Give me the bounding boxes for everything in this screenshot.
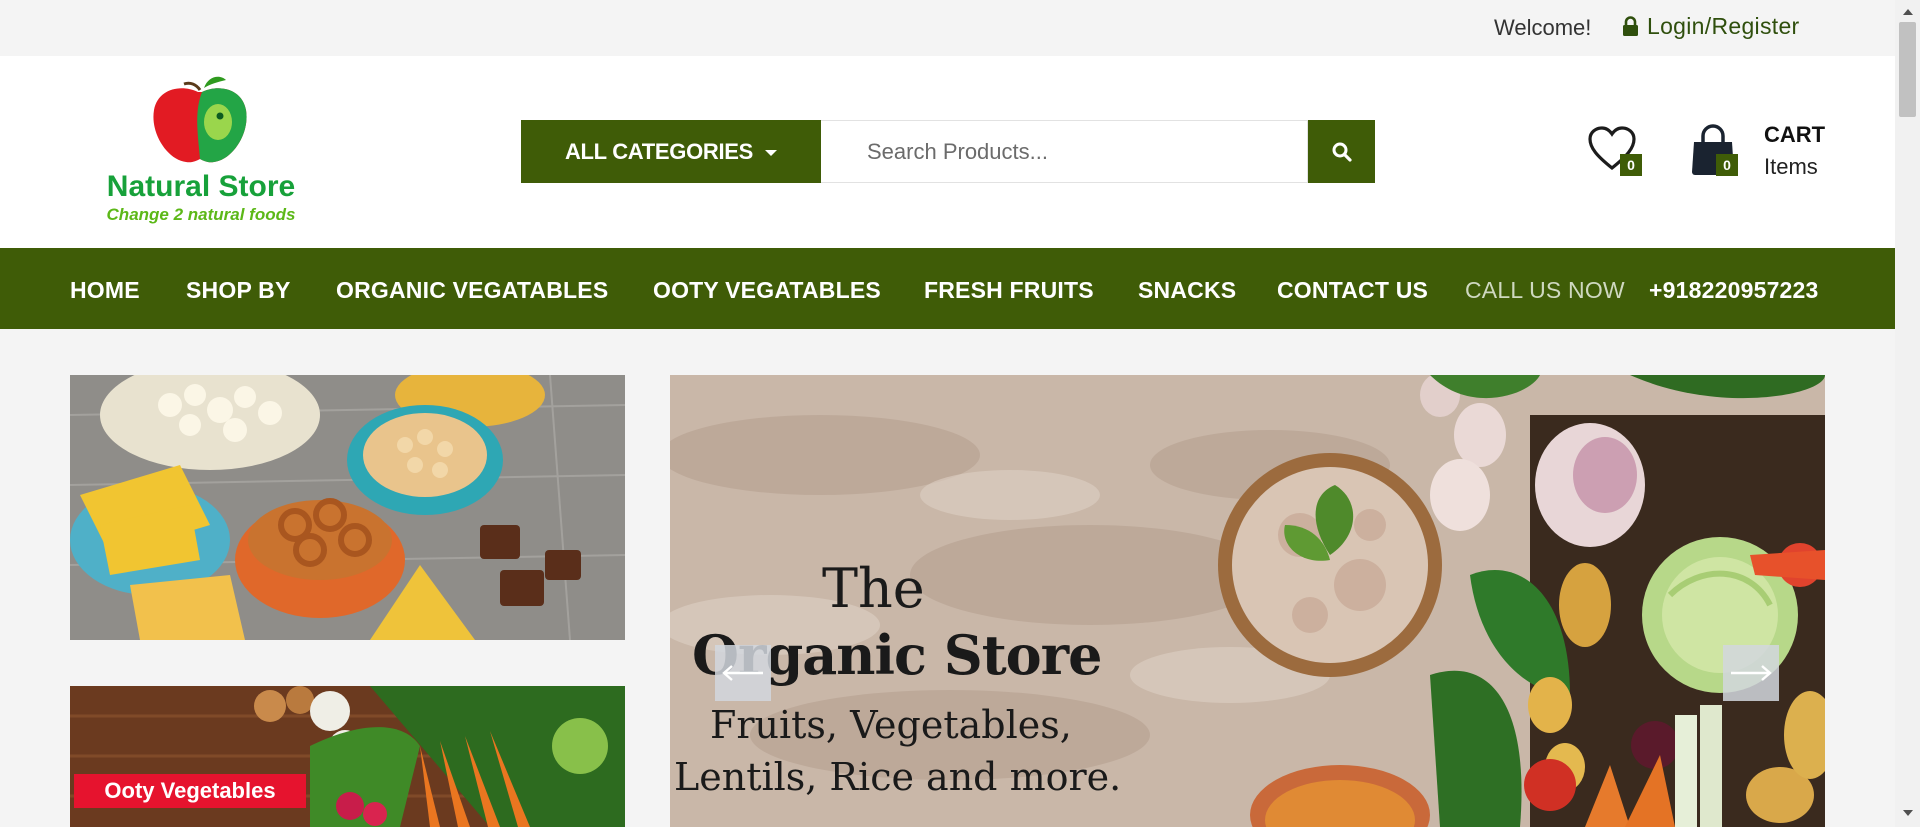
page-scrollbar[interactable] [1895, 0, 1920, 827]
login-register-link[interactable]: Login/Register [1622, 13, 1800, 40]
cart-title[interactable]: CART [1764, 122, 1825, 148]
slide-subtitle-line2: Lentils, Rice and more. [674, 755, 1122, 799]
slider-next-button[interactable] [1723, 645, 1779, 701]
nav-fresh-fruits[interactable]: FRESH FRUITS [924, 277, 1094, 304]
scroll-down-arrow-icon[interactable] [1895, 805, 1920, 821]
wishlist-button[interactable]: 0 [1587, 126, 1647, 176]
nav-contact-us[interactable]: CONTACT US [1277, 277, 1428, 304]
search-input[interactable] [821, 120, 1308, 183]
search-icon [1332, 142, 1352, 162]
store-name: Natural Store [106, 170, 296, 203]
store-logo[interactable]: Natural Store Change 2 natural foods [86, 76, 316, 226]
lock-icon [1622, 16, 1639, 37]
cart-subtitle[interactable]: Items [1764, 154, 1818, 180]
welcome-text: Welcome! [1494, 15, 1592, 40]
slide-subtitle-line1: Fruits, Vegetables, [710, 703, 1072, 747]
all-categories-dropdown[interactable]: ALL CATEGORIES [521, 120, 821, 183]
ooty-vegetables-label: Ooty Vegetables [74, 774, 306, 808]
call-us-label: CALL US NOW [1465, 277, 1625, 303]
nav-home[interactable]: HOME [70, 277, 140, 304]
all-categories-label: ALL CATEGORIES [564, 138, 754, 164]
cart-count-badge: 0 [1716, 154, 1738, 176]
snacks-promo-banner[interactable] [70, 375, 625, 640]
search-button[interactable] [1308, 120, 1375, 183]
nav-shop-by[interactable]: SHOP BY [186, 277, 291, 304]
phone-number[interactable]: +918220957223 [1649, 277, 1819, 304]
slide-heading-the: The [822, 557, 925, 620]
ooty-vegetables-promo-banner[interactable]: Ooty Vegetables [70, 686, 625, 827]
site-header: Natural Store Change 2 natural foods ALL… [0, 56, 1895, 248]
main-nav: HOME SHOP BY ORGANIC VEGATABLES OOTY VEG… [0, 248, 1895, 329]
nav-organic-vegetables[interactable]: ORGANIC VEGATABLES [336, 277, 608, 304]
nav-ooty-vegetables[interactable]: OOTY VEGATABLES [653, 277, 881, 304]
slider-prev-button[interactable] [715, 645, 771, 701]
caret-down-icon [765, 149, 778, 156]
apple-logo-icon [153, 76, 247, 163]
wishlist-count-badge: 0 [1620, 154, 1642, 176]
login-register-label: Login/Register [1647, 13, 1800, 39]
store-tagline: Change 2 natural foods [106, 205, 296, 224]
arrow-left-icon [722, 665, 763, 681]
hero-slider: The Organic Store Fruits, Vegetables, Le… [670, 375, 1825, 827]
scroll-thumb[interactable] [1899, 22, 1916, 117]
top-bar: Welcome! Login/Register [0, 0, 1895, 56]
nav-snacks[interactable]: SNACKS [1138, 277, 1236, 304]
cart-button[interactable]: 0 [1690, 124, 1750, 180]
scroll-up-arrow-icon[interactable] [1895, 4, 1920, 20]
snacks-image [70, 375, 625, 640]
arrow-right-icon [1731, 665, 1772, 681]
